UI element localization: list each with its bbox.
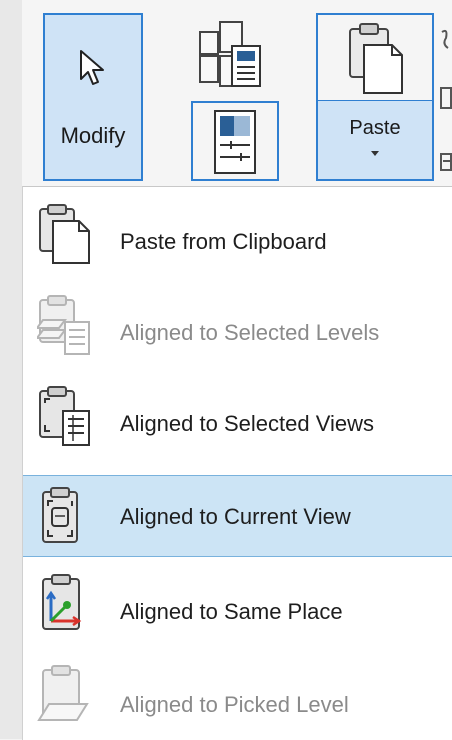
- clipboard-icon: [346, 21, 406, 100]
- cursor-arrow-icon: [78, 49, 108, 94]
- modify-button[interactable]: Modify: [43, 13, 143, 181]
- menu-item-label: Aligned to Selected Views: [120, 411, 374, 436]
- paste-dropdown-menu: Paste from Clipboard Aligned to Selected…: [22, 186, 452, 740]
- modify-label: Modify: [60, 123, 126, 148]
- paste-dropdown-button[interactable]: Paste: [316, 101, 434, 181]
- menu-item-aligned-picked-level[interactable]: Aligned to Picked Level: [23, 654, 452, 740]
- aligned-selected-levels-icon: [35, 294, 93, 355]
- chevron-down-icon: [371, 151, 379, 156]
- menu-item-aligned-selected-views[interactable]: Aligned to Selected Views: [23, 373, 452, 465]
- menu-item-aligned-current-view[interactable]: Aligned to Current View: [23, 475, 452, 557]
- menu-item-label: Aligned to Selected Levels: [120, 320, 380, 345]
- type-properties-icon[interactable]: [198, 18, 264, 99]
- aligned-picked-level-icon: [37, 664, 93, 721]
- aligned-selected-views-icon: [37, 385, 93, 446]
- menu-item-label: Paste from Clipboard: [120, 229, 327, 254]
- paste-label: Paste: [349, 117, 401, 139]
- menu-item-label: Aligned to Current View: [120, 504, 351, 529]
- properties-button[interactable]: [191, 101, 279, 181]
- menu-item-label: Aligned to Same Place: [120, 599, 343, 624]
- paste-button[interactable]: [316, 13, 434, 101]
- menu-item-label: Aligned to Picked Level: [120, 692, 349, 717]
- aligned-current-view-icon: [37, 486, 93, 543]
- aligned-same-place-icon: [37, 573, 93, 630]
- paste-clipboard-icon: [37, 203, 93, 264]
- properties-icon: [211, 109, 259, 180]
- adjacent-panel-edge: [438, 14, 452, 184]
- menu-item-paste-from-clipboard[interactable]: Paste from Clipboard: [23, 195, 452, 287]
- left-panel-edge: [0, 0, 23, 739]
- menu-item-aligned-same-place[interactable]: Aligned to Same Place: [23, 565, 452, 657]
- menu-item-aligned-selected-levels[interactable]: Aligned to Selected Levels: [23, 284, 452, 376]
